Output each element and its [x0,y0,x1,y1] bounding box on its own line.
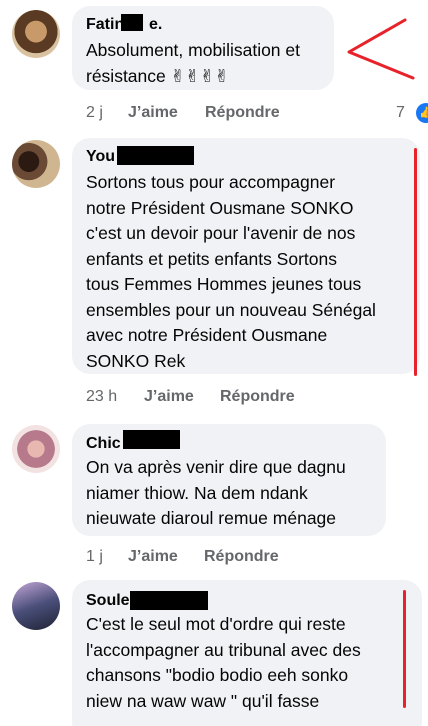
comment-text: On va après venir dire que dagnu niamer … [86,457,346,528]
comment-author[interactable]: You [86,148,115,166]
avatar[interactable] [12,140,60,188]
comment-timestamp[interactable]: 2 j [86,104,103,122]
comment-timestamp[interactable]: 23 h [86,388,117,406]
reply-button[interactable]: Répondre [205,104,280,122]
redaction-bar [130,591,208,610]
comment-text: C'est le seul mot d'ordre qui reste l'ac… [86,614,361,711]
reply-button[interactable]: Répondre [204,548,279,566]
reaction-count[interactable]: 7 [396,104,405,122]
red-line-annotation [414,148,417,376]
redaction-bar [121,14,143,31]
comment-actions: 2 j J’aime Répondre 7 [86,104,416,126]
avatar[interactable] [12,10,60,58]
like-button[interactable]: J’aime [128,104,178,122]
redaction-bar [117,146,194,165]
comment-actions: 23 h J’aime Répondre [86,388,346,410]
comment-text: Absolument, mobilisation et résistance ✌… [86,40,300,86]
redaction-bar [123,430,180,449]
red-arrow-annotation [347,18,415,80]
like-button[interactable]: J’aime [128,548,178,566]
reply-button[interactable]: Répondre [220,388,295,406]
comment-author[interactable]: Fatin [86,16,124,34]
red-line-annotation [403,590,406,708]
comment-actions: 1 j J’aime Répondre [86,548,346,570]
comment-author-tail: e. [149,16,163,33]
like-button[interactable]: J’aime [144,388,194,406]
comment-text: Sortons tous pour accompagner notre Prés… [86,172,376,371]
avatar[interactable] [12,582,60,630]
avatar[interactable] [12,425,60,473]
comment-author[interactable]: Soule [86,592,130,610]
comment-timestamp[interactable]: 1 j [86,548,103,566]
like-reaction-icon[interactable]: 👍 [416,103,428,123]
comment-author[interactable]: Chic [86,435,121,453]
